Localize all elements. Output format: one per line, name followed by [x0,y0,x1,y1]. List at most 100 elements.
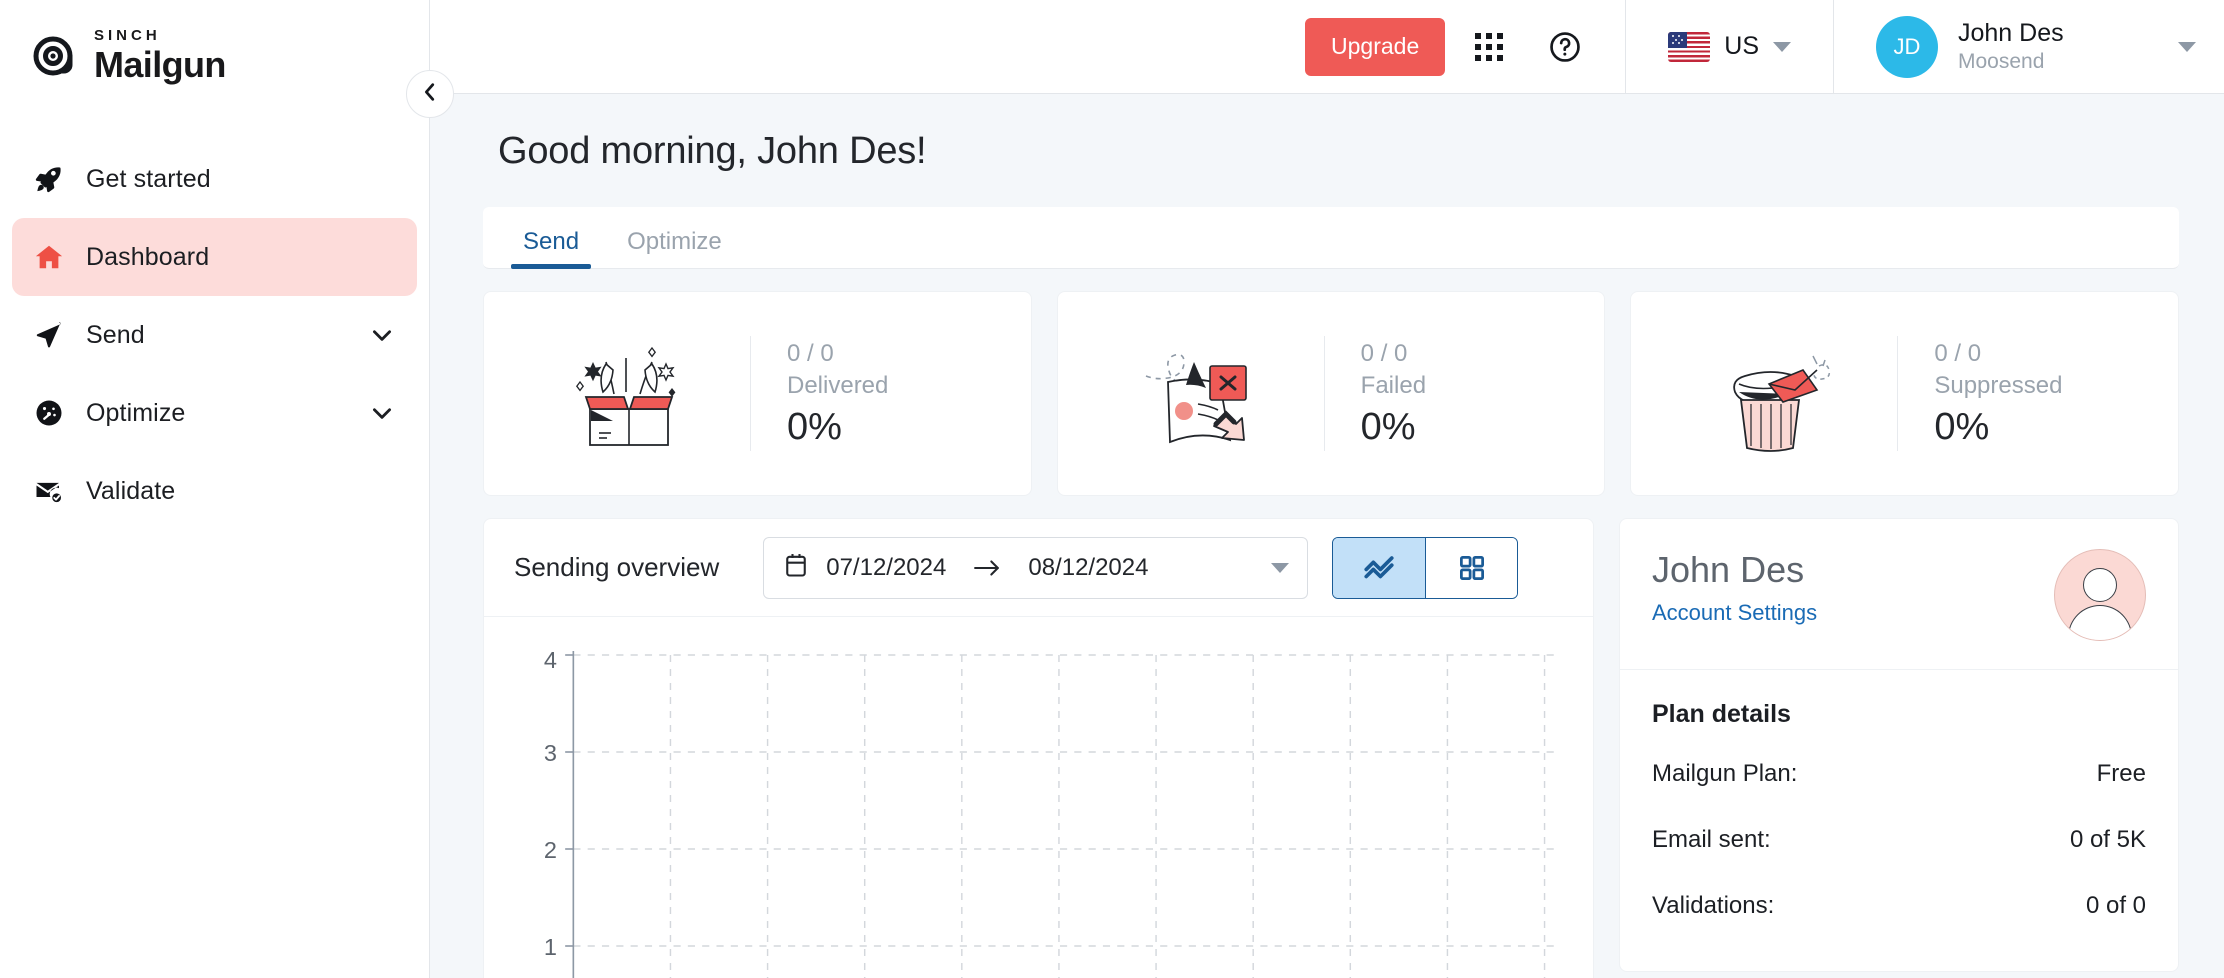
lower-row: Sending overview 07/12/2024 [483,518,2179,978]
sidebar-item-send[interactable]: Send [12,296,417,374]
dashboard-content: Good morning, John Des! Send Optimize [430,94,2224,978]
tab-send[interactable]: Send [511,228,591,268]
range-arrow-icon [970,555,1004,581]
chevron-down-icon [1773,42,1791,52]
svg-text:4: 4 [544,647,557,673]
trash-envelope-illustration [1661,334,1891,454]
main-area: Upgrade [430,0,2224,978]
account-menu[interactable]: JD John Des Moosend [1834,16,2224,78]
home-icon [34,242,76,272]
stat-card-suppressed: 0 / 0 Suppressed 0% [1630,291,2179,496]
plan-key: Mailgun Plan: [1652,760,1797,788]
chevron-down-icon[interactable] [369,400,395,426]
brand-mailgun-text: Mailgun [94,47,226,83]
stat-percent: 0% [1361,406,1426,449]
plan-row-validations: Validations: 0 of 0 [1652,873,2146,939]
card-divider [750,336,751,451]
plan-row-email-sent: Email sent: 0 of 5K [1652,807,2146,873]
sidebar-item-get-started[interactable]: Get started [12,140,417,218]
sidebar-item-label: Validate [86,477,175,506]
chevron-down-icon[interactable] [1271,563,1289,573]
page-title: Good morning, John Des! [498,130,2184,173]
region-selector[interactable]: US [1626,32,1833,62]
gauge-icon [34,398,76,428]
account-settings-link[interactable]: Account Settings [1652,600,1817,626]
card-divider [1897,336,1898,451]
sidebar-nav: Get started Dashboard Send [0,140,429,530]
avatar: JD [1876,16,1938,78]
plan-details: Plan details Mailgun Plan: Free Email se… [1620,670,2178,971]
stat-cards: 0 / 0 Delivered 0% [483,291,2179,496]
svg-text:1: 1 [544,934,557,960]
account-name: John Des [1958,18,2064,49]
mailgun-at-logo-icon [30,31,80,81]
topbar-actions: Upgrade [1305,0,1625,94]
help-circle-icon[interactable] [1533,15,1597,79]
plan-details-title: Plan details [1652,700,2146,729]
card-divider [1324,336,1325,451]
date-to[interactable]: 08/12/2024 [1028,554,1148,582]
sending-overview-card: Sending overview 07/12/2024 [483,518,1594,978]
sidebar-item-validate[interactable]: Validate [12,452,417,530]
sidebar-item-label: Optimize [86,399,185,428]
top-bar: Upgrade [430,0,2224,94]
sidebar-item-optimize[interactable]: Optimize [12,374,417,452]
chevron-left-icon [419,81,441,108]
chevron-down-icon[interactable] [369,322,395,348]
sending-overview-chart: 4 3 2 1 [484,617,1593,978]
stat-label: Failed [1361,370,1426,402]
region-label: US [1724,32,1759,61]
grid-cards-icon[interactable] [1425,538,1517,598]
plan-value: Free [2097,760,2146,788]
sidebar-item-label: Send [86,321,145,350]
chart-plot: 4 3 2 1 [512,647,1565,978]
user-avatar-icon [2054,549,2146,641]
plan-key: Validations: [1652,892,1774,920]
stat-card-delivered: 0 / 0 Delivered 0% [483,291,1032,496]
stat-label: Suppressed [1934,370,2062,402]
stat-ratio: 0 / 0 [1934,338,2062,370]
sending-overview-header: Sending overview 07/12/2024 [484,519,1593,617]
stat-percent: 0% [787,406,888,449]
chart-view-toggle [1332,537,1518,599]
dashboard-tabs: Send Optimize [483,207,2179,269]
plan-value: 0 of 0 [2086,892,2146,920]
stat-label: Delivered [787,370,888,402]
sending-overview-title: Sending overview [514,552,719,583]
open-box-confetti-illustration [514,334,744,454]
tab-optimize[interactable]: Optimize [615,228,734,268]
svg-text:2: 2 [544,837,557,863]
date-range-picker[interactable]: 07/12/2024 08/12/2024 [763,537,1308,599]
calendar-icon [782,551,810,584]
plan-value: 0 of 5K [2070,826,2146,854]
sidebar-item-dashboard[interactable]: Dashboard [12,218,417,296]
sidebar-item-label: Get started [86,165,211,194]
chevron-down-icon [2178,42,2196,52]
envelope-check-icon [34,476,76,506]
stat-card-failed: 0 / 0 Failed 0% [1057,291,1606,496]
stat-ratio: 0 / 0 [787,338,888,370]
brand-sinch-text: SINCH [94,28,226,43]
plan-key: Email sent: [1652,826,1771,854]
rocket-icon [34,164,76,194]
plan-row-mailgun-plan: Mailgun Plan: Free [1652,741,2146,807]
app-root: SINCH Mailgun Get started [0,0,2224,978]
account-org: Moosend [1958,49,2064,75]
account-panel-name: John Des [1652,549,1817,590]
failed-letter-illustration [1088,334,1318,454]
line-chart-icon[interactable] [1333,538,1425,598]
paper-plane-icon [34,320,76,350]
apps-grid-icon[interactable] [1457,15,1521,79]
account-panel: John Des Account Settings Plan details M… [1619,518,2179,972]
sidebar-item-label: Dashboard [86,243,209,272]
us-flag-icon [1668,32,1710,62]
svg-text:3: 3 [544,740,557,766]
upgrade-button[interactable]: Upgrade [1305,18,1445,76]
sidebar: SINCH Mailgun Get started [0,0,430,978]
sidebar-collapse-button[interactable] [406,70,454,118]
brand-logo[interactable]: SINCH Mailgun [0,0,429,95]
account-panel-header: John Des Account Settings [1620,519,2178,670]
stat-percent: 0% [1934,406,2062,449]
stat-ratio: 0 / 0 [1361,338,1426,370]
date-from[interactable]: 07/12/2024 [826,554,946,582]
